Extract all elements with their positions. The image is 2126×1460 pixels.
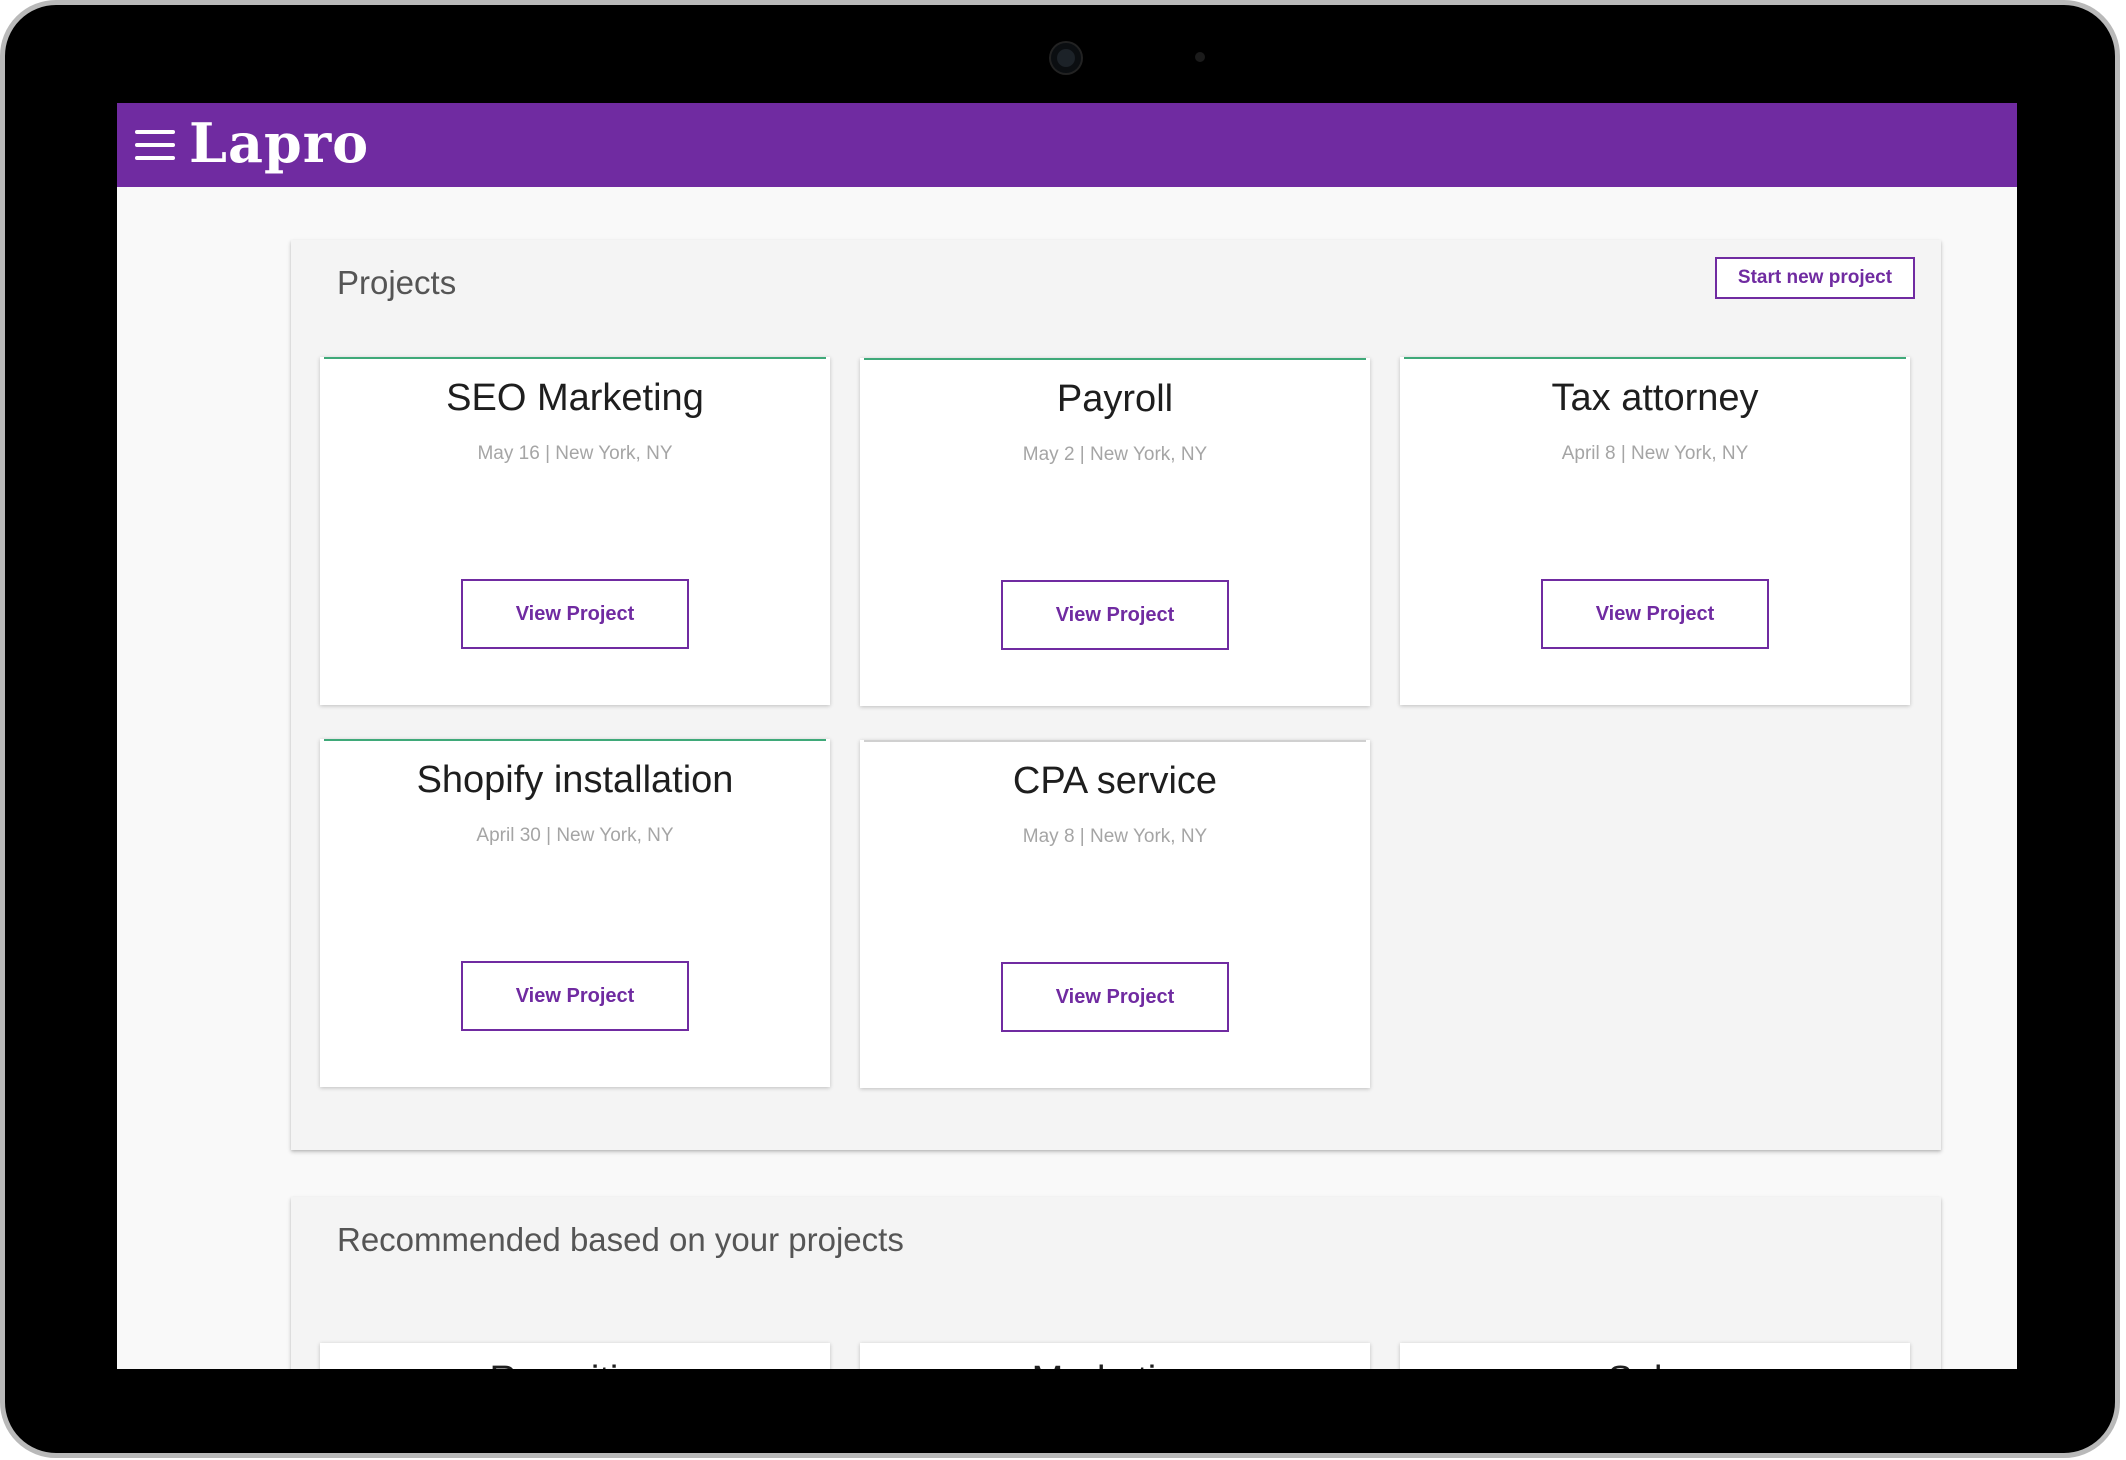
view-project-button[interactable]: View Project [1541,579,1769,649]
brand-logo: Lapro [189,111,370,175]
project-card-cpa-service: CPA service May 8 | New York, NY View Pr… [860,740,1370,1088]
app-screen: Lapro Projects Start new project SEO Mar… [117,103,2017,1369]
view-project-button[interactable]: View Project [1001,962,1229,1032]
tablet-frame: Lapro Projects Start new project SEO Mar… [0,0,2120,1458]
card-accent-line [864,740,1366,742]
recommended-card-title: Marketing [860,1359,1370,1369]
recommended-card[interactable]: Sales [1400,1343,1910,1369]
project-title: SEO Marketing [446,377,704,419]
view-project-button[interactable]: View Project [461,579,689,649]
recommended-heading: Recommended based on your projects [337,1221,904,1258]
project-card-payroll: Payroll May 2 | New York, NY View Projec… [860,358,1370,706]
project-date-location: May 8 | New York, NY [1022,826,1208,847]
projects-panel: Projects Start new project SEO Marketing… [291,240,1941,1150]
recommended-card-title: Sales [1400,1359,1910,1369]
project-date-location: April 8 | New York, NY [1561,443,1749,464]
project-card-shopify-installation: Shopify installation April 30 | New York… [320,739,830,1087]
project-card-seo-marketing: SEO Marketing May 16 | New York, NY View… [320,357,830,705]
recommended-card-title: Recruiting [320,1359,830,1369]
card-accent-line [324,739,826,741]
hamburger-menu-icon[interactable] [135,130,175,160]
project-title: Payroll [1056,378,1174,420]
light-sensor [1195,52,1205,62]
project-title: CPA service [1012,760,1218,802]
card-accent-line [324,357,826,359]
camera-lens [1051,43,1081,73]
projects-heading: Projects [337,264,457,301]
project-title: Shopify installation [416,759,734,801]
app-header: Lapro [117,103,2017,187]
project-date-location: April 30 | New York, NY [476,825,674,846]
project-card-tax-attorney: Tax attorney April 8 | New York, NY View… [1400,357,1910,705]
project-date-location: May 16 | New York, NY [477,443,673,464]
project-title: Tax attorney [1551,377,1759,419]
project-date-location: May 2 | New York, NY [1022,444,1208,465]
card-accent-line [864,358,1366,360]
recommended-panel: Recommended based on your projects Recru… [291,1197,1941,1369]
card-accent-line [1404,357,1906,359]
recommended-card[interactable]: Marketing [860,1343,1370,1369]
view-project-button[interactable]: View Project [461,961,689,1031]
recommended-card[interactable]: Recruiting [320,1343,830,1369]
start-new-project-button[interactable]: Start new project [1715,257,1915,299]
view-project-button[interactable]: View Project [1001,580,1229,650]
